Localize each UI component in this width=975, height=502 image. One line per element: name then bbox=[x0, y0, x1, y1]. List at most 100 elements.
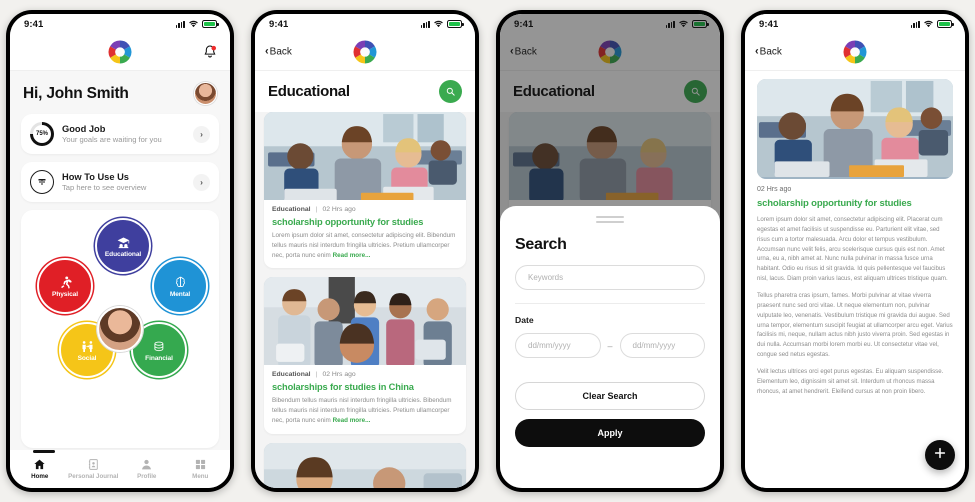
goals-card-subtitle: Your goals are waiting for you bbox=[62, 135, 162, 145]
tab-label: Personal Journal bbox=[68, 473, 119, 480]
post-image bbox=[264, 112, 466, 200]
page-title: Educational bbox=[268, 83, 350, 100]
list-title-row: Educational bbox=[255, 71, 475, 112]
apply-button[interactable]: Apply bbox=[515, 419, 705, 447]
goals-card-title: Good Job bbox=[62, 123, 106, 134]
list-item[interactable]: Educational | 02 Hrs ago scholarship opp… bbox=[264, 112, 466, 269]
read-more-link[interactable]: Read more... bbox=[333, 417, 371, 424]
post-meta: Educational | 02 Hrs ago bbox=[272, 206, 458, 213]
category-wheel-inner: Educational Physical Mental Social Finan… bbox=[21, 210, 219, 448]
tab-label: Menu bbox=[192, 473, 209, 480]
how-to-use-card-subtitle: Tap here to see overview bbox=[62, 183, 147, 193]
home-screen: 9:41 Hi, John Smith 75% Good Job Your go… bbox=[10, 14, 230, 488]
status-icons bbox=[175, 20, 219, 28]
battery-icon bbox=[447, 20, 464, 28]
date-from-input[interactable]: dd/mm/yyyy bbox=[515, 333, 601, 358]
running-person-icon bbox=[58, 275, 73, 290]
wheel-item-mental[interactable]: Mental bbox=[152, 258, 208, 314]
status-bar: 9:41 bbox=[10, 14, 230, 34]
battery-icon bbox=[202, 20, 219, 28]
tab-profile[interactable]: Profile bbox=[120, 458, 174, 480]
journal-icon bbox=[87, 458, 100, 471]
article-detail-screen: 9:41 ‹ Back 02 Hrs ago scholarship oppor… bbox=[745, 14, 965, 488]
wheel-item-label: Social bbox=[77, 354, 97, 362]
avatar[interactable] bbox=[194, 82, 217, 105]
back-button[interactable]: ‹ Back bbox=[265, 46, 292, 58]
back-label: Back bbox=[759, 46, 782, 58]
tab-home[interactable]: Home bbox=[13, 458, 67, 480]
back-label: Back bbox=[269, 46, 292, 58]
article-body[interactable]: 02 Hrs ago scholarship opportunity for s… bbox=[745, 71, 965, 488]
phone-home: 9:41 Hi, John Smith 75% Good Job Your go… bbox=[6, 10, 234, 492]
tab-personal-journal[interactable]: Personal Journal bbox=[67, 458, 121, 480]
back-button[interactable]: ‹ Back bbox=[755, 46, 782, 58]
status-time: 9:41 bbox=[269, 18, 289, 30]
wheel-item-educational[interactable]: Educational bbox=[95, 218, 151, 274]
wheel-center-avatar[interactable] bbox=[97, 306, 143, 352]
post-timestamp: 02 Hrs ago bbox=[322, 206, 356, 213]
post-meta: Educational | 02 Hrs ago bbox=[272, 371, 458, 378]
status-bar: 9:41 bbox=[745, 14, 965, 34]
date-to-placeholder: dd/mm/yyyy bbox=[632, 341, 676, 350]
aperture-logo-icon bbox=[107, 39, 133, 65]
chevron-right-icon[interactable]: › bbox=[193, 173, 210, 191]
wifi-icon bbox=[434, 20, 443, 28]
read-more-link[interactable]: Read more... bbox=[333, 252, 371, 259]
add-button[interactable] bbox=[925, 440, 955, 470]
post-excerpt: Bibendum tellus mauris nisl interdum fri… bbox=[272, 396, 458, 425]
phone-search-modal: 9:41 ‹ Back Educational Search Keywords … bbox=[496, 10, 724, 492]
clear-search-button[interactable]: Clear Search bbox=[515, 382, 705, 410]
grid-icon bbox=[194, 458, 207, 471]
search-icon[interactable] bbox=[439, 80, 462, 103]
cellular-signal-icon bbox=[910, 20, 920, 28]
bell-icon[interactable] bbox=[202, 44, 218, 60]
article-title: scholarship opportunity for studies bbox=[757, 198, 912, 209]
search-sheet: Search Keywords Date dd/mm/yyyy – dd/mm/… bbox=[500, 206, 720, 488]
info-circle-icon bbox=[30, 170, 54, 194]
coins-icon bbox=[152, 339, 167, 354]
list-item[interactable] bbox=[264, 442, 466, 488]
date-from-placeholder: dd/mm/yyyy bbox=[528, 341, 571, 350]
progress-value: 75% bbox=[35, 131, 48, 137]
search-input[interactable]: Keywords bbox=[515, 265, 705, 290]
post-excerpt: Lorem ipsum dolor sit amet, consectetur … bbox=[272, 231, 458, 260]
how-to-use-card[interactable]: How To Use Us Tap here to see overview › bbox=[21, 162, 219, 202]
date-to-input[interactable]: dd/mm/yyyy bbox=[619, 333, 706, 358]
post-image bbox=[264, 442, 466, 488]
sheet-title: Search bbox=[515, 236, 567, 253]
drag-handle[interactable] bbox=[596, 216, 624, 218]
battery-icon bbox=[937, 20, 954, 28]
date-separator: – bbox=[607, 340, 613, 351]
how-to-use-card-text: How To Use Us Tap here to see overview bbox=[62, 172, 185, 193]
sheet-divider bbox=[515, 303, 705, 304]
home-header bbox=[10, 34, 230, 71]
article-hero-image bbox=[757, 79, 953, 179]
article-paragraph: Tellus pharetra cras ipsum, fames. Morbi… bbox=[757, 292, 953, 359]
list-item[interactable]: Educational | 02 Hrs ago scholarships fo… bbox=[264, 277, 466, 434]
cellular-signal-icon bbox=[420, 20, 430, 28]
date-range-row: dd/mm/yyyy – dd/mm/yyyy bbox=[515, 333, 706, 358]
post-category: Educational bbox=[272, 371, 311, 379]
bottom-nav: Home Personal Journal Profile Menu bbox=[10, 450, 230, 488]
post-image bbox=[264, 277, 466, 366]
post-body: Educational | 02 Hrs ago scholarships fo… bbox=[264, 365, 466, 433]
goals-card-text: Good Job Your goals are waiting for you bbox=[62, 124, 185, 145]
post-list[interactable]: Educational | 02 Hrs ago scholarship opp… bbox=[255, 112, 475, 488]
post-title[interactable]: scholarship opportunity for studies bbox=[272, 217, 458, 227]
post-title[interactable]: scholarships for studies in China bbox=[272, 382, 458, 392]
date-label: Date bbox=[515, 315, 534, 325]
tab-menu[interactable]: Menu bbox=[174, 458, 228, 480]
goals-card[interactable]: 75% Good Job Your goals are waiting for … bbox=[21, 114, 219, 154]
wheel-item-label: Educational bbox=[104, 250, 142, 258]
brain-icon bbox=[173, 275, 188, 290]
wheel-item-physical[interactable]: Physical bbox=[37, 258, 93, 314]
status-icons bbox=[910, 20, 954, 28]
chevron-right-icon[interactable]: › bbox=[193, 125, 210, 143]
status-time: 9:41 bbox=[24, 18, 44, 30]
home-icon bbox=[33, 458, 46, 471]
page-title: Hi, John Smith bbox=[23, 84, 129, 102]
search-modal-screen: 9:41 ‹ Back Educational Search Keywords … bbox=[500, 14, 720, 488]
person-icon bbox=[140, 458, 153, 471]
status-bar: 9:41 bbox=[255, 14, 475, 34]
aperture-logo-icon bbox=[842, 39, 868, 65]
